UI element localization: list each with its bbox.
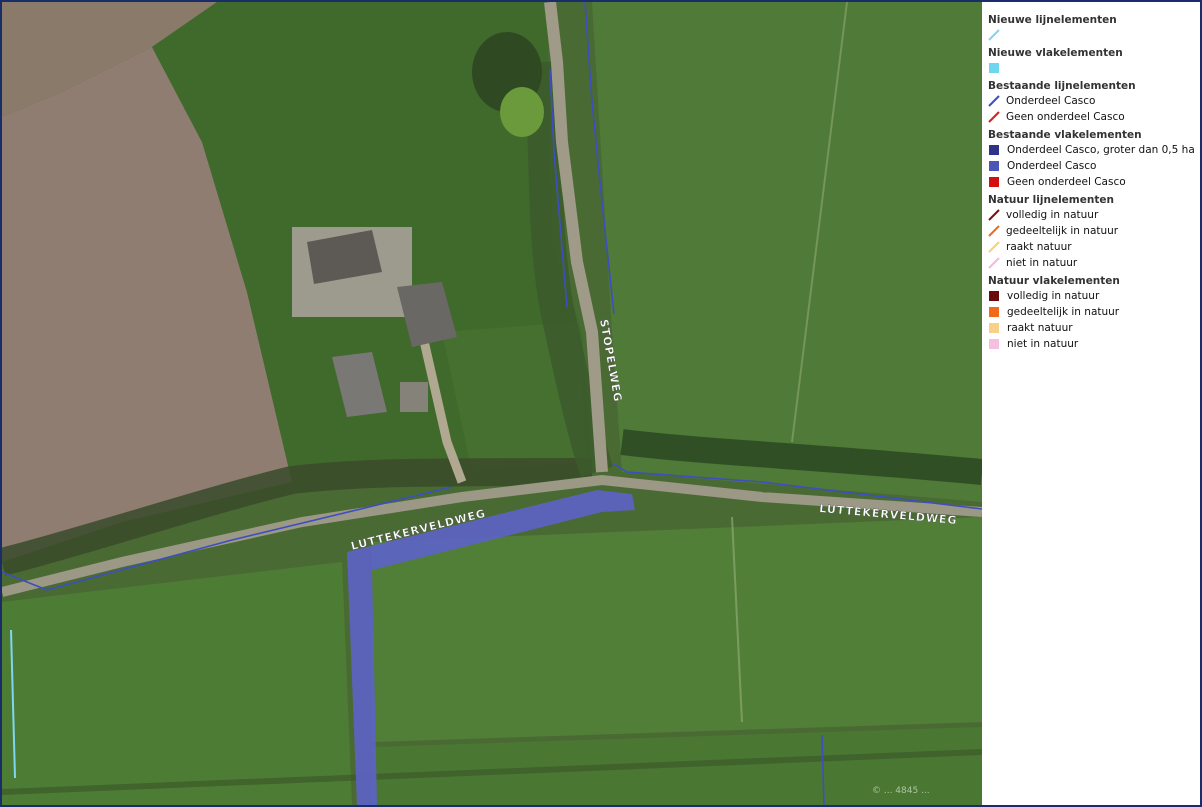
legend-item: gedeeltelijk in natuur <box>988 304 1200 320</box>
legend-item <box>988 27 1200 43</box>
legend-item-label: volledig in natuur <box>1007 290 1100 302</box>
legend-item-label: gedeeltelijk in natuur <box>1007 306 1120 318</box>
legend-item: Geen onderdeel Casco <box>988 174 1200 190</box>
legend-item: gedeeltelijk in natuur <box>988 223 1200 239</box>
small-shed <box>400 382 428 412</box>
legend-line-symbol <box>988 29 1000 41</box>
legend-line-symbol <box>988 111 1000 123</box>
legend-section-title: Nieuwe vlakelementen <box>988 47 1123 59</box>
aerial-photo: STOPELWEG LUTTEKERVELDWEG LUTTEKERVELDWE… <box>2 2 982 805</box>
legend-area-symbol <box>989 291 999 301</box>
legend-item-label: Onderdeel Casco <box>1006 95 1096 107</box>
legend-item: Onderdeel Casco, groter dan 0,5 ha <box>988 142 1200 158</box>
field-south-west <box>2 562 352 805</box>
field-south-center <box>372 517 982 742</box>
legend-item <box>988 60 1200 76</box>
legend-item: niet in natuur <box>988 255 1200 271</box>
legend-item: Geen onderdeel Casco <box>988 109 1200 125</box>
legend-line-symbol <box>988 257 1000 269</box>
map-legend: Nieuwe lijnelementen Nieuwe vlakelementen… <box>988 10 1200 352</box>
legend-item-label: gedeeltelijk in natuur <box>1006 225 1119 237</box>
legend-item: volledig in natuur <box>988 288 1200 304</box>
legend-section-title: Natuur vlakelementen <box>988 275 1120 287</box>
legend-item-label: volledig in natuur <box>1006 209 1099 221</box>
legend-area-symbol <box>989 177 999 187</box>
meadow-east <box>587 2 982 502</box>
legend-item: Onderdeel Casco <box>988 93 1200 109</box>
legend-item: raakt natuur <box>988 239 1200 255</box>
legend-item-label: Onderdeel Casco <box>1007 160 1097 172</box>
legend-line-symbol <box>988 209 1000 221</box>
legend-item-label: raakt natuur <box>1006 241 1072 253</box>
map-frame: STOPELWEG LUTTEKERVELDWEG LUTTEKERVELDWE… <box>0 0 1202 807</box>
legend-item: volledig in natuur <box>988 207 1200 223</box>
legend-area-symbol <box>989 323 999 333</box>
legend-item-label: Geen onderdeel Casco <box>1006 111 1125 123</box>
legend-item: raakt natuur <box>988 320 1200 336</box>
legend-item-label: niet in natuur <box>1007 338 1079 350</box>
legend-item: niet in natuur <box>988 336 1200 352</box>
legend-section-title: Bestaande vlakelementen <box>988 129 1142 141</box>
legend-area-symbol <box>989 307 999 317</box>
tree-cluster-light <box>500 87 544 137</box>
legend-area-symbol <box>989 145 999 155</box>
legend-line-symbol <box>988 95 1000 107</box>
legend-area-symbol <box>989 63 999 73</box>
legend-line-symbol <box>988 241 1000 253</box>
legend-item-label: raakt natuur <box>1007 322 1073 334</box>
legend-item: Onderdeel Casco <box>988 158 1200 174</box>
map-view[interactable]: STOPELWEG LUTTEKERVELDWEG LUTTEKERVELDWE… <box>2 2 982 805</box>
legend-line-symbol <box>988 225 1000 237</box>
legend-item-label: Onderdeel Casco, groter dan 0,5 ha <box>1007 144 1195 156</box>
legend-section-title: Nieuwe lijnelementen <box>988 14 1117 26</box>
legend-area-symbol <box>989 161 999 171</box>
legend-section-title: Bestaande lijnelementen <box>988 80 1136 92</box>
legend-item-label: niet in natuur <box>1006 257 1078 269</box>
legend-section-title: Natuur lijnelementen <box>988 194 1114 206</box>
map-attribution: © ... 4845 ... <box>872 786 930 796</box>
legend-item-label: Geen onderdeel Casco <box>1007 176 1126 188</box>
legend-area-symbol <box>989 339 999 349</box>
